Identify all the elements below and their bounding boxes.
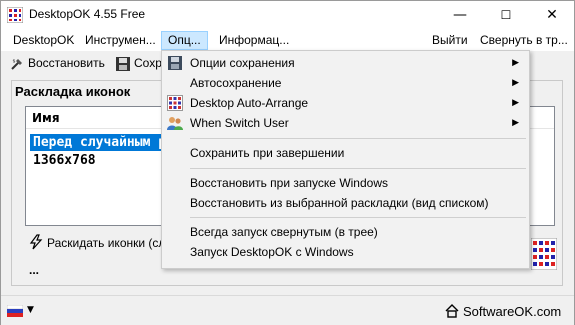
website-link[interactable]: SoftwareOK.com bbox=[445, 304, 561, 319]
lightning-icon bbox=[29, 234, 43, 250]
language-dropdown-icon[interactable]: ▼ bbox=[27, 305, 34, 315]
menu-item-label: Восстановить из выбранной раскладки (вид… bbox=[190, 196, 489, 210]
options-dropdown-menu: Опции сохранения ▶ Автосохранение ▶ Desk… bbox=[161, 50, 530, 269]
list-item[interactable]: 1366x768 bbox=[30, 152, 99, 169]
app-window: DesktopOK 4.55 Free — ☐ ✕ DesktopOK Инст… bbox=[0, 0, 575, 325]
scatter-icons-button[interactable]: Раскидать иконки (сл bbox=[29, 234, 165, 250]
submenu-arrow-icon: ▶ bbox=[512, 58, 519, 68]
menu-bar: DesktopOK Инструмен... Опц... Информац..… bbox=[1, 29, 574, 51]
menu-item-start-with-windows[interactable]: Запуск DesktopOK с Windows bbox=[162, 242, 529, 262]
close-button[interactable]: ✕ bbox=[529, 1, 575, 29]
app-logo-icon bbox=[7, 7, 23, 23]
restore-button[interactable]: Восстановить bbox=[9, 54, 105, 72]
flag-icon[interactable] bbox=[7, 305, 23, 317]
menu-item-label: Восстановить при запуске Windows bbox=[190, 176, 388, 190]
menu-item-label: When Switch User bbox=[190, 116, 289, 130]
menu-minimize-to-tray[interactable]: Свернуть в тр... bbox=[474, 31, 574, 50]
menu-item-save-options[interactable]: Опции сохранения ▶ bbox=[162, 53, 529, 73]
menu-item-label: Всегда запуск свернутым (в трее) bbox=[190, 225, 378, 239]
status-bar: ▼ SoftwareOK.com bbox=[1, 295, 574, 325]
menu-item-label: Desktop Auto-Arrange bbox=[190, 96, 309, 110]
menu-exit[interactable]: Выйти bbox=[426, 31, 474, 50]
restore-label: Восстановить bbox=[28, 56, 105, 70]
menu-info[interactable]: Информац... bbox=[213, 31, 295, 50]
save-button[interactable]: Сохр bbox=[115, 54, 162, 72]
menu-options[interactable]: Опц... bbox=[161, 31, 208, 50]
window-title: DesktopOK 4.55 Free bbox=[29, 7, 146, 21]
menu-item-switch-user[interactable]: When Switch User ▶ bbox=[162, 113, 529, 133]
submenu-arrow-icon: ▶ bbox=[512, 98, 519, 108]
website-label: SoftwareOK.com bbox=[463, 304, 562, 319]
menu-item-start-minimized[interactable]: Всегда запуск свернутым (в трее) bbox=[162, 222, 529, 242]
menu-item-auto-arrange[interactable]: Desktop Auto-Arrange ▶ bbox=[162, 93, 529, 113]
menu-item-label: Сохранить при завершении bbox=[190, 146, 345, 160]
minimize-button[interactable]: — bbox=[437, 1, 483, 29]
menu-item-restore-from-selected[interactable]: Восстановить из выбранной раскладки (вид… bbox=[162, 193, 529, 213]
menu-desktopok[interactable]: DesktopOK bbox=[7, 31, 80, 50]
submenu-arrow-icon: ▶ bbox=[512, 78, 519, 88]
submenu-arrow-icon: ▶ bbox=[512, 118, 519, 128]
menu-item-restore-on-start[interactable]: Восстановить при запуске Windows bbox=[162, 173, 529, 193]
grid-icon bbox=[167, 95, 183, 111]
desktop-pattern-icon[interactable] bbox=[531, 238, 557, 270]
restore-icon bbox=[11, 58, 22, 70]
maximize-button[interactable]: ☐ bbox=[483, 1, 529, 29]
menu-tools[interactable]: Инструмен... bbox=[79, 31, 162, 50]
menu-item-autosave[interactable]: Автосохранение ▶ bbox=[162, 73, 529, 93]
save-label: Сохр bbox=[134, 56, 162, 70]
menu-separator bbox=[190, 138, 526, 139]
column-name-header[interactable]: Имя bbox=[32, 111, 60, 125]
users-icon bbox=[167, 117, 183, 130]
menu-separator bbox=[190, 168, 526, 169]
title-bar: DesktopOK 4.55 Free — ☐ ✕ bbox=[1, 1, 574, 29]
menu-separator bbox=[190, 217, 526, 218]
menu-item-save-on-exit[interactable]: Сохранить при завершении bbox=[162, 143, 529, 163]
menu-item-label: Запуск DesktopOK с Windows bbox=[190, 245, 354, 259]
floppy-icon bbox=[168, 56, 182, 70]
menu-item-label: Опции сохранения bbox=[190, 56, 295, 70]
floppy-icon bbox=[116, 56, 130, 71]
list-item[interactable]: Перед случайным р bbox=[30, 134, 170, 151]
house-icon bbox=[445, 304, 459, 318]
group-title: Раскладка иконок bbox=[15, 84, 135, 99]
more-button[interactable]: ... bbox=[29, 263, 39, 277]
scatter-label: Раскидать иконки (сл bbox=[47, 236, 166, 250]
menu-item-label: Автосохранение bbox=[190, 76, 282, 90]
